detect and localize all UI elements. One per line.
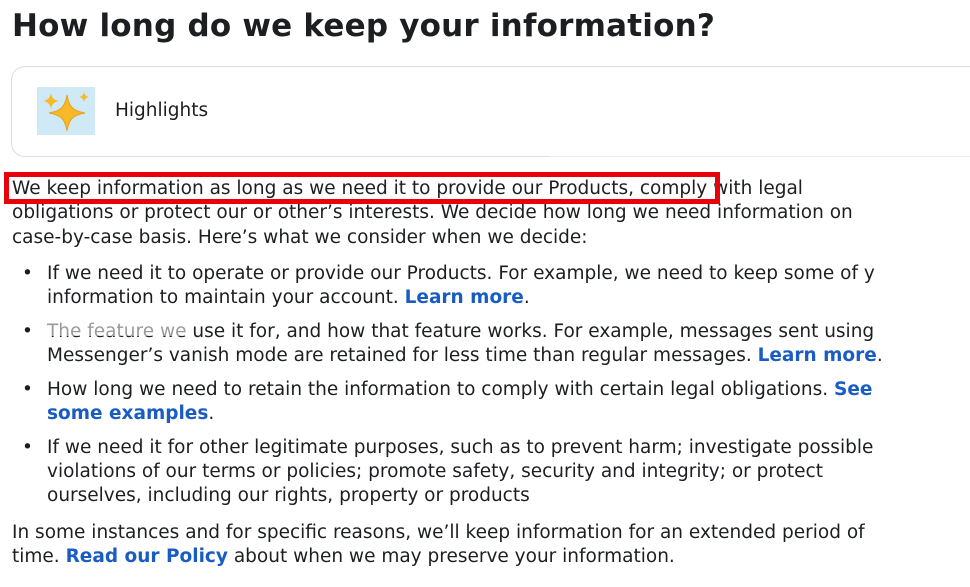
intro-line-1-rest: comply with legal [633,178,803,199]
read-our-policy-link[interactable]: Read our Policy [66,546,228,567]
bullet-icon: • [22,263,33,284]
bullet-icon: • [22,437,33,458]
outro-line-1: In some instances and for specific reaso… [12,522,865,543]
see-some-examples-link[interactable]: See [834,379,872,400]
screenshot-artifact [40,318,190,336]
some-examples-link[interactable]: some examples [47,403,208,424]
bullet-4-line-3: ourselves, including our rights, propert… [47,485,530,506]
learn-more-link-2[interactable]: Learn more [758,345,877,366]
bullet-2-line-2: Messenger’s vanish mode are retained for… [47,345,883,366]
bullet-3-line-1: How long we need to retain the informati… [47,379,873,400]
learn-more-link-1[interactable]: Learn more [405,287,524,308]
screenshot-artifact [550,142,970,158]
outro-line-2: time. Read our Policy about when we may … [12,546,675,567]
sparkles-icon [37,87,95,135]
intro-line-1: We keep information as long as we need i… [12,177,803,201]
highlights-label: Highlights [115,100,209,121]
bullet-1-line-2: information to maintain your account. Le… [47,287,530,308]
intro-line-3: case-by-case basis. Here’s what we consi… [12,227,588,248]
bullet-1-line-1: If we need it to operate or provide our … [47,263,875,284]
page-title: How long do we keep your information? [12,8,716,44]
bullet-4-line-2: violations of our terms or policies; pro… [47,461,823,482]
bullet-icon: • [22,321,33,342]
bullet-icon: • [22,379,33,400]
intro-highlighted-text: We keep information as long as we need i… [12,178,634,199]
bullet-3-line-2: some examples. [47,403,215,424]
bullet-4-line-1: If we need it for other legitimate purpo… [47,437,874,458]
intro-line-2: obligations or protect our or other’s in… [12,202,853,223]
